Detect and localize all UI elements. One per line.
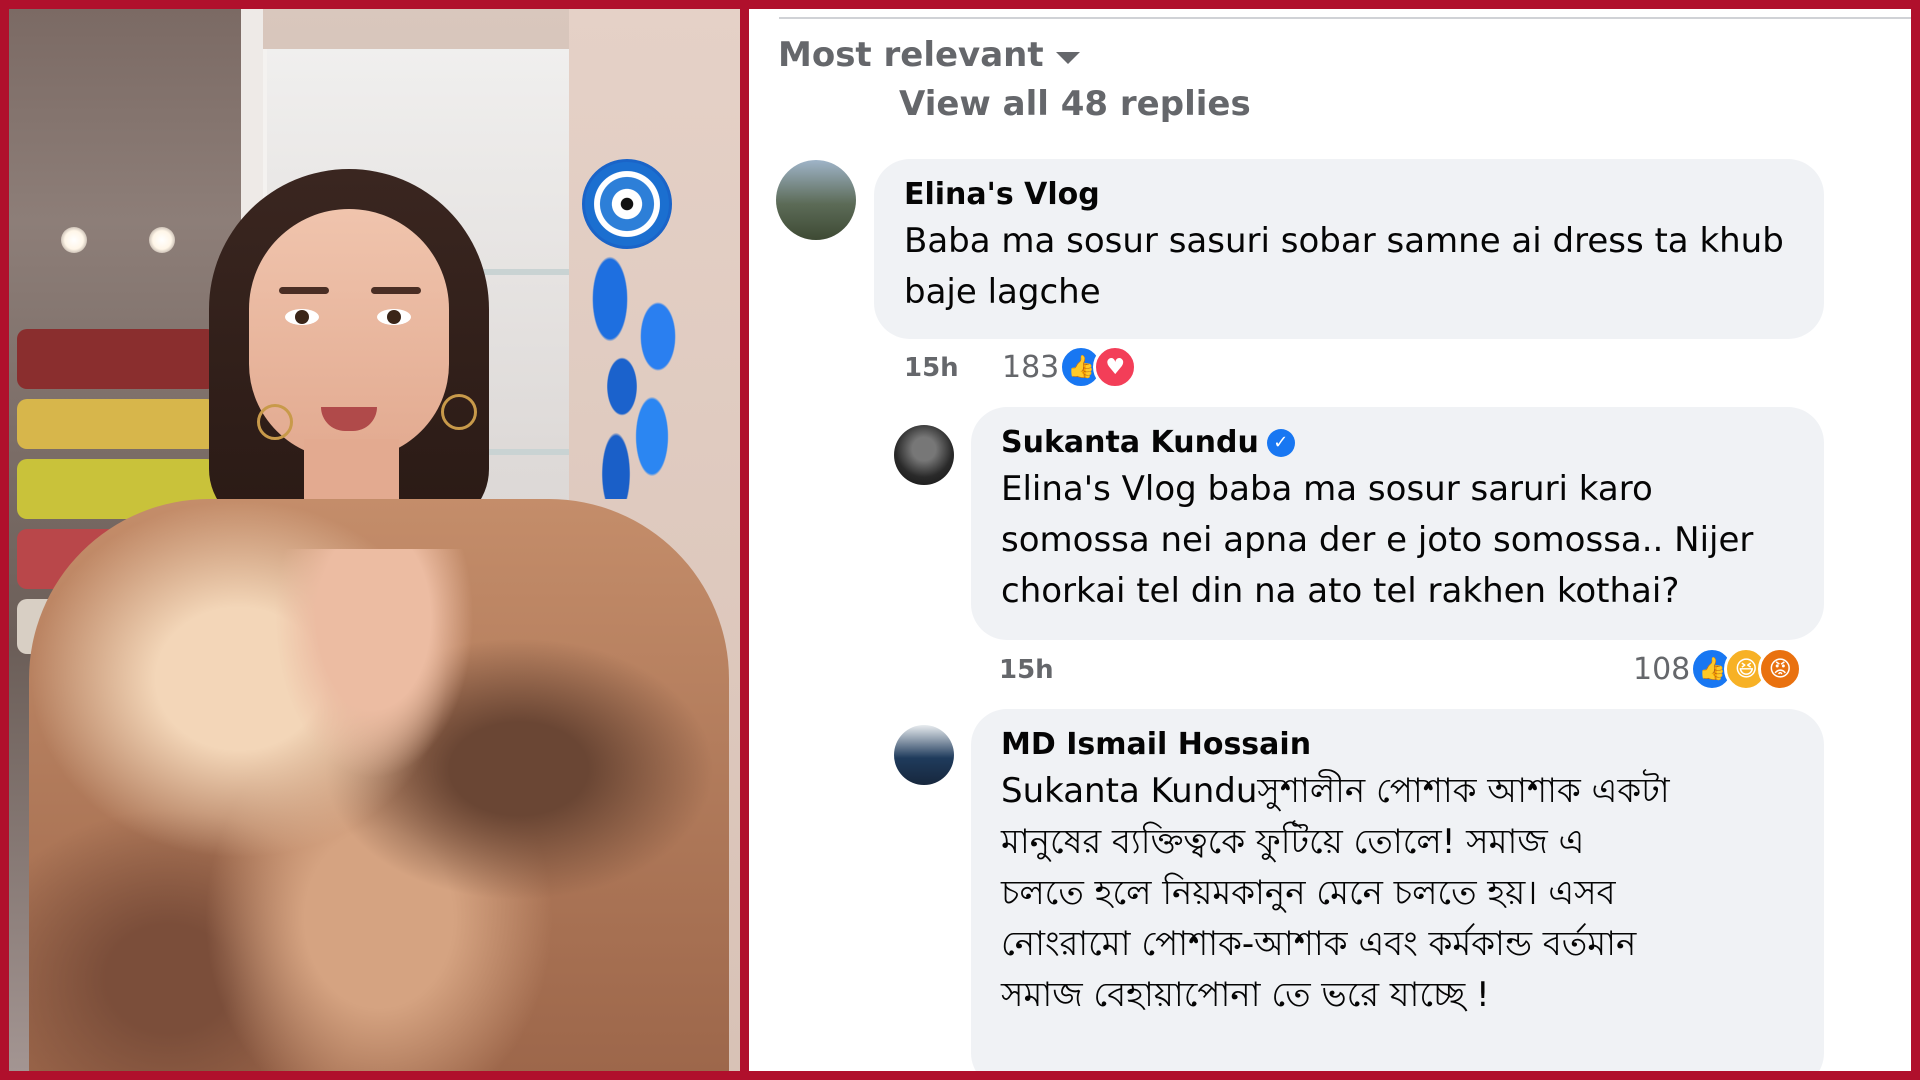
comment-author[interactable]: Sukanta Kundu ✓ [1001,425,1794,460]
comment-timestamp[interactable]: 15h [999,655,1054,685]
comment-line: Sukanta Kunduসুশালীন পোশাক আশাক একটা [1001,771,1670,811]
comment-text: Elina's Vlog baba ma sosur saruri karo s… [1001,464,1794,617]
eyebrow [279,287,329,294]
comment-line: মানুষের ব্যক্তিত্বকে ফুটিয়ে তোলে! সমাজ … [1001,822,1585,862]
sort-dropdown[interactable]: Most relevant [778,35,1080,75]
comment-line: somossa nei apna der e joto somossa.. Ni… [1001,520,1754,560]
view-replies-link[interactable]: View all 48 replies [899,84,1251,124]
comment-line: সমাজ বেহায়াপোনা তে ভরে যাচ্ছে ! [1001,975,1490,1015]
love-icon: ♥ [1093,345,1138,389]
avatar[interactable] [894,425,954,485]
reaction-summary[interactable]: 183 👍 ♥ [1002,345,1138,389]
reaction-count: 183 [1002,349,1060,385]
mouth [321,407,377,431]
reaction-summary[interactable]: 108 👍 😆 😡 [1633,647,1803,691]
video-frame[interactable] [9,9,740,1071]
comment-author[interactable]: MD Ismail Hossain [1001,727,1794,762]
earring [441,394,477,430]
comment-text: Baba ma sosur sasuri sobar samne ai dres… [904,216,1794,318]
author-name[interactable]: Sukanta Kundu [1001,425,1259,460]
eyebrow [371,287,421,294]
comment-line: চলতে হলে নিয়মকানুন মেনে চলতে হয়। এসব [1001,873,1616,913]
comment-line: Baba ma sosur sasuri sobar samne ai dres… [904,221,1784,261]
eye [285,309,319,325]
earring [257,404,293,440]
comment-line: chorkai tel din na ato tel rakhen kothai… [1001,571,1680,611]
comment-line: নোংরামো পোশাক-আশাক এবং কর্মকান্ড বর্তমান [1001,924,1637,964]
comment-bubble: Sukanta Kundu ✓ Elina's Vlog baba ma sos… [971,407,1824,640]
chevron-down-icon[interactable] [1055,52,1080,64]
verified-badge-icon: ✓ [1266,428,1295,457]
neckline [274,549,474,779]
comment-bubble: Elina's Vlog Baba ma sosur sasuri sobar … [874,159,1824,339]
avatar[interactable] [894,725,954,785]
comment-bubble: MD Ismail Hossain Sukanta Kunduসুশালীন প… [971,709,1824,1071]
comment-timestamp[interactable]: 15h [904,353,959,383]
comment-text: Sukanta Kunduসুশালীন পোশাক আশাক একটা মান… [1001,766,1794,1021]
angry-icon: 😡 [1758,647,1803,691]
comment-line: baje lagche [904,272,1101,312]
comments-panel: Most relevant View all 48 replies Elina'… [749,9,1911,1071]
avatar[interactable] [776,160,856,240]
divider [779,17,1911,19]
person [9,169,740,1071]
comment-line: Elina's Vlog baba ma sosur saruri karo [1001,469,1653,509]
eye [377,309,411,325]
author-name[interactable]: MD Ismail Hossain [1001,727,1311,762]
comment-author[interactable]: Elina's Vlog [904,177,1794,212]
sort-label[interactable]: Most relevant [778,35,1044,75]
reaction-count: 108 [1633,651,1691,687]
author-name[interactable]: Elina's Vlog [904,177,1100,212]
